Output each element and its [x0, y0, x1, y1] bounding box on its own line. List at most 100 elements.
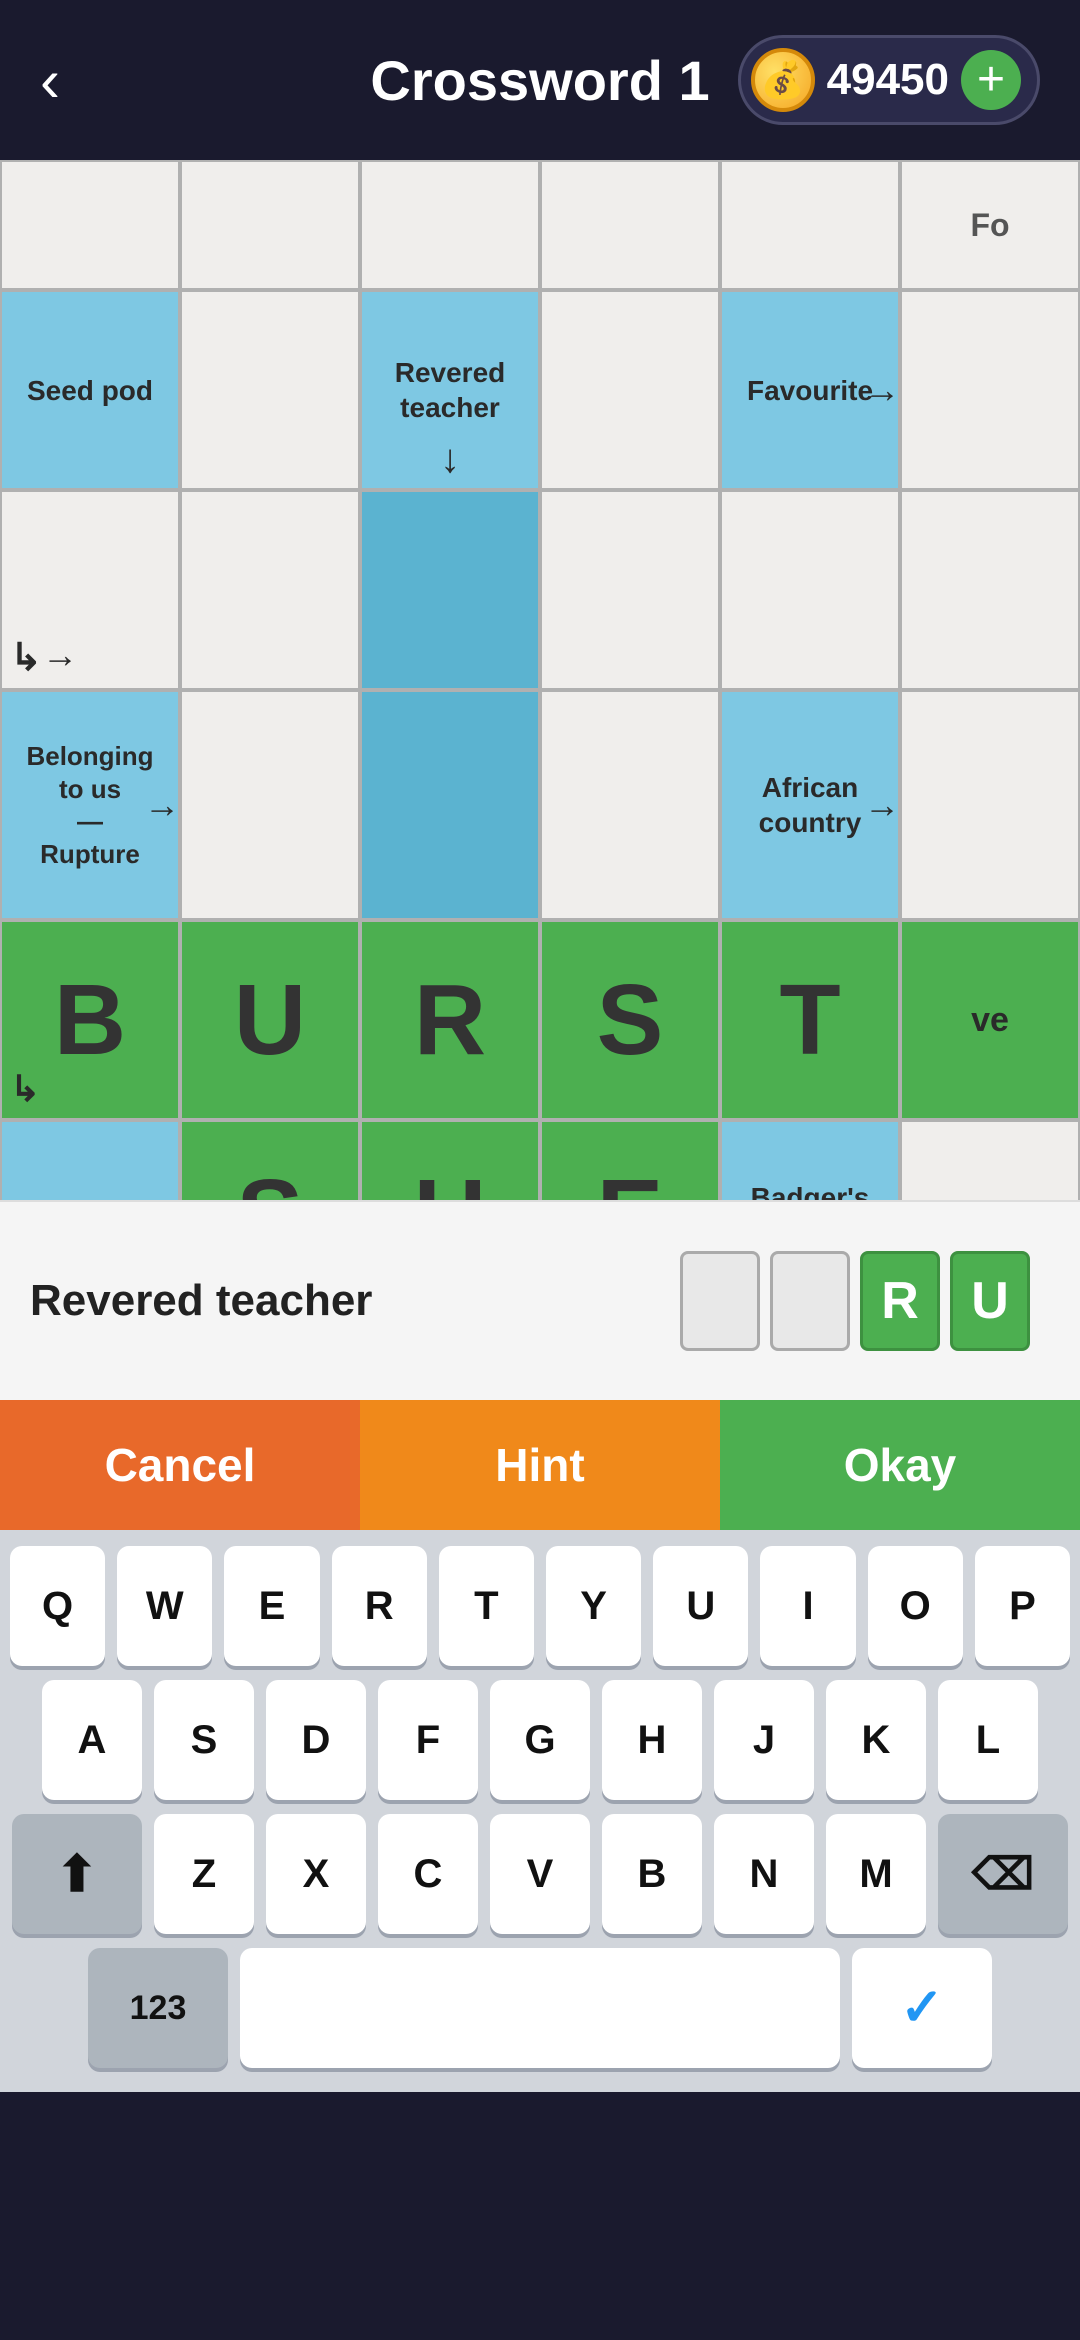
key-Z[interactable]: Z: [154, 1814, 254, 1934]
key-I[interactable]: I: [760, 1546, 855, 1666]
letter-E: E: [597, 1158, 664, 1201]
cell-1-3[interactable]: [540, 290, 720, 490]
cell-3-5[interactable]: [900, 690, 1080, 920]
cell-5-1[interactable]: S: [180, 1120, 360, 1200]
clue-seed-pod: Seed pod: [21, 367, 159, 414]
key-Q[interactable]: Q: [10, 1546, 105, 1666]
cell-5-2[interactable]: U: [360, 1120, 540, 1200]
down-right-arrow-icon: ↳: [10, 635, 42, 680]
key-U[interactable]: U: [653, 1546, 748, 1666]
key-X[interactable]: X: [266, 1814, 366, 1934]
grid-row-0: Fo: [0, 160, 1080, 290]
key-A[interactable]: A: [42, 1680, 142, 1800]
right-cont-arrow: →: [42, 634, 78, 676]
cell-0-5[interactable]: Fo: [900, 160, 1080, 290]
key-E[interactable]: E: [224, 1546, 319, 1666]
key-N[interactable]: N: [714, 1814, 814, 1934]
key-C[interactable]: C: [378, 1814, 478, 1934]
cell-2-5[interactable]: [900, 490, 1080, 690]
cell-5-3[interactable]: E: [540, 1120, 720, 1200]
cell-2-4[interactable]: [720, 490, 900, 690]
coin-badge: 💰 49450 +: [738, 35, 1040, 125]
key-K[interactable]: K: [826, 1680, 926, 1800]
cell-3-2[interactable]: [360, 690, 540, 920]
keyboard-row-1: Q W E R T Y U I O P: [10, 1546, 1070, 1666]
clue-african-country: Africancountry: [753, 764, 868, 846]
back-button[interactable]: ‹: [40, 46, 60, 115]
cell-4-5[interactable]: ve: [900, 920, 1080, 1120]
cell-2-3[interactable]: [540, 490, 720, 690]
letter-S2: S: [237, 1158, 304, 1201]
answer-box-2[interactable]: [770, 1251, 850, 1351]
cell-3-4[interactable]: Africancountry →: [720, 690, 900, 920]
cell-2-2[interactable]: [360, 490, 540, 690]
shift-key[interactable]: ⬆: [12, 1814, 142, 1934]
key-J[interactable]: J: [714, 1680, 814, 1800]
cell-5-0[interactable]: Prosecute →: [0, 1120, 180, 1200]
key-F[interactable]: F: [378, 1680, 478, 1800]
active-clue-text: Revered teacher: [30, 1276, 660, 1326]
key-V[interactable]: V: [490, 1814, 590, 1934]
key-G[interactable]: G: [490, 1680, 590, 1800]
corner-arrow-icon: ↳: [10, 1068, 40, 1110]
cell-2-1[interactable]: [180, 490, 360, 690]
cell-5-4[interactable]: Badger'sburrow →: [720, 1120, 900, 1200]
cell-0-1[interactable]: [180, 160, 360, 290]
key-R[interactable]: R: [332, 1546, 427, 1666]
answer-box-1[interactable]: [680, 1251, 760, 1351]
cell-3-3[interactable]: [540, 690, 720, 920]
key-T[interactable]: T: [439, 1546, 534, 1666]
answer-box-3[interactable]: R: [860, 1251, 940, 1351]
add-coins-button[interactable]: +: [961, 50, 1021, 110]
cell-0-4[interactable]: [720, 160, 900, 290]
action-buttons: Cancel Hint Okay: [0, 1400, 1080, 1530]
grid-row-2: ↳ →: [0, 490, 1080, 690]
down-arrow-icon: ↓: [440, 437, 460, 482]
cell-1-1[interactable]: [180, 290, 360, 490]
key-M[interactable]: M: [826, 1814, 926, 1934]
key-S[interactable]: S: [154, 1680, 254, 1800]
cell-4-0[interactable]: B ↳: [0, 920, 180, 1120]
key-B[interactable]: B: [602, 1814, 702, 1934]
answer-box-4[interactable]: U: [950, 1251, 1030, 1351]
coin-icon: 💰: [751, 48, 815, 112]
key-H[interactable]: H: [602, 1680, 702, 1800]
cell-4-2[interactable]: R: [360, 920, 540, 1120]
grid-row-3: Belongingto us—Rupture → Africancountry …: [0, 690, 1080, 920]
key-Y[interactable]: Y: [546, 1546, 641, 1666]
cell-1-0[interactable]: Seed pod: [0, 290, 180, 490]
space-key[interactable]: [240, 1948, 840, 2068]
keyboard: Q W E R T Y U I O P A S D F G H J K L ⬆ …: [0, 1530, 1080, 2092]
backspace-key[interactable]: ⌫: [938, 1814, 1068, 1934]
cell-1-2[interactable]: Reveredteacher ↓: [360, 290, 540, 490]
cell-2-0[interactable]: ↳ →: [0, 490, 180, 690]
right-arrow-2-icon: →: [144, 784, 180, 826]
cancel-button[interactable]: Cancel: [0, 1400, 360, 1530]
clue-prosecute: Prosecute: [16, 1192, 163, 1201]
answer-input-boxes: R U: [680, 1251, 1030, 1351]
cell-0-0[interactable]: [0, 160, 180, 290]
key-O[interactable]: O: [868, 1546, 963, 1666]
okay-button[interactable]: Okay: [720, 1400, 1080, 1530]
cell-3-1[interactable]: [180, 690, 360, 920]
hint-button[interactable]: Hint: [360, 1400, 720, 1530]
cell-4-4[interactable]: T: [720, 920, 900, 1120]
check-icon: ✓: [900, 1978, 944, 2038]
key-D[interactable]: D: [266, 1680, 366, 1800]
cell-1-4[interactable]: Favourite →: [720, 290, 900, 490]
done-key[interactable]: ✓: [852, 1948, 992, 2068]
numbers-key[interactable]: 123: [88, 1948, 228, 2068]
keyboard-row-3: ⬆ Z X C V B N M ⌫: [10, 1814, 1070, 1934]
cell-4-3[interactable]: S: [540, 920, 720, 1120]
cell-0-3[interactable]: [540, 160, 720, 290]
clue-badger: Badger'sburrow: [745, 1174, 876, 1200]
cell-1-5[interactable]: [900, 290, 1080, 490]
cell-4-1[interactable]: U: [180, 920, 360, 1120]
key-P[interactable]: P: [975, 1546, 1070, 1666]
cell-0-2[interactable]: [360, 160, 540, 290]
cell-5-5[interactable]: [900, 1120, 1080, 1200]
key-L[interactable]: L: [938, 1680, 1038, 1800]
key-W[interactable]: W: [117, 1546, 212, 1666]
cell-3-0[interactable]: Belongingto us—Rupture →: [0, 690, 180, 920]
page-title: Crossword 1: [370, 48, 709, 113]
